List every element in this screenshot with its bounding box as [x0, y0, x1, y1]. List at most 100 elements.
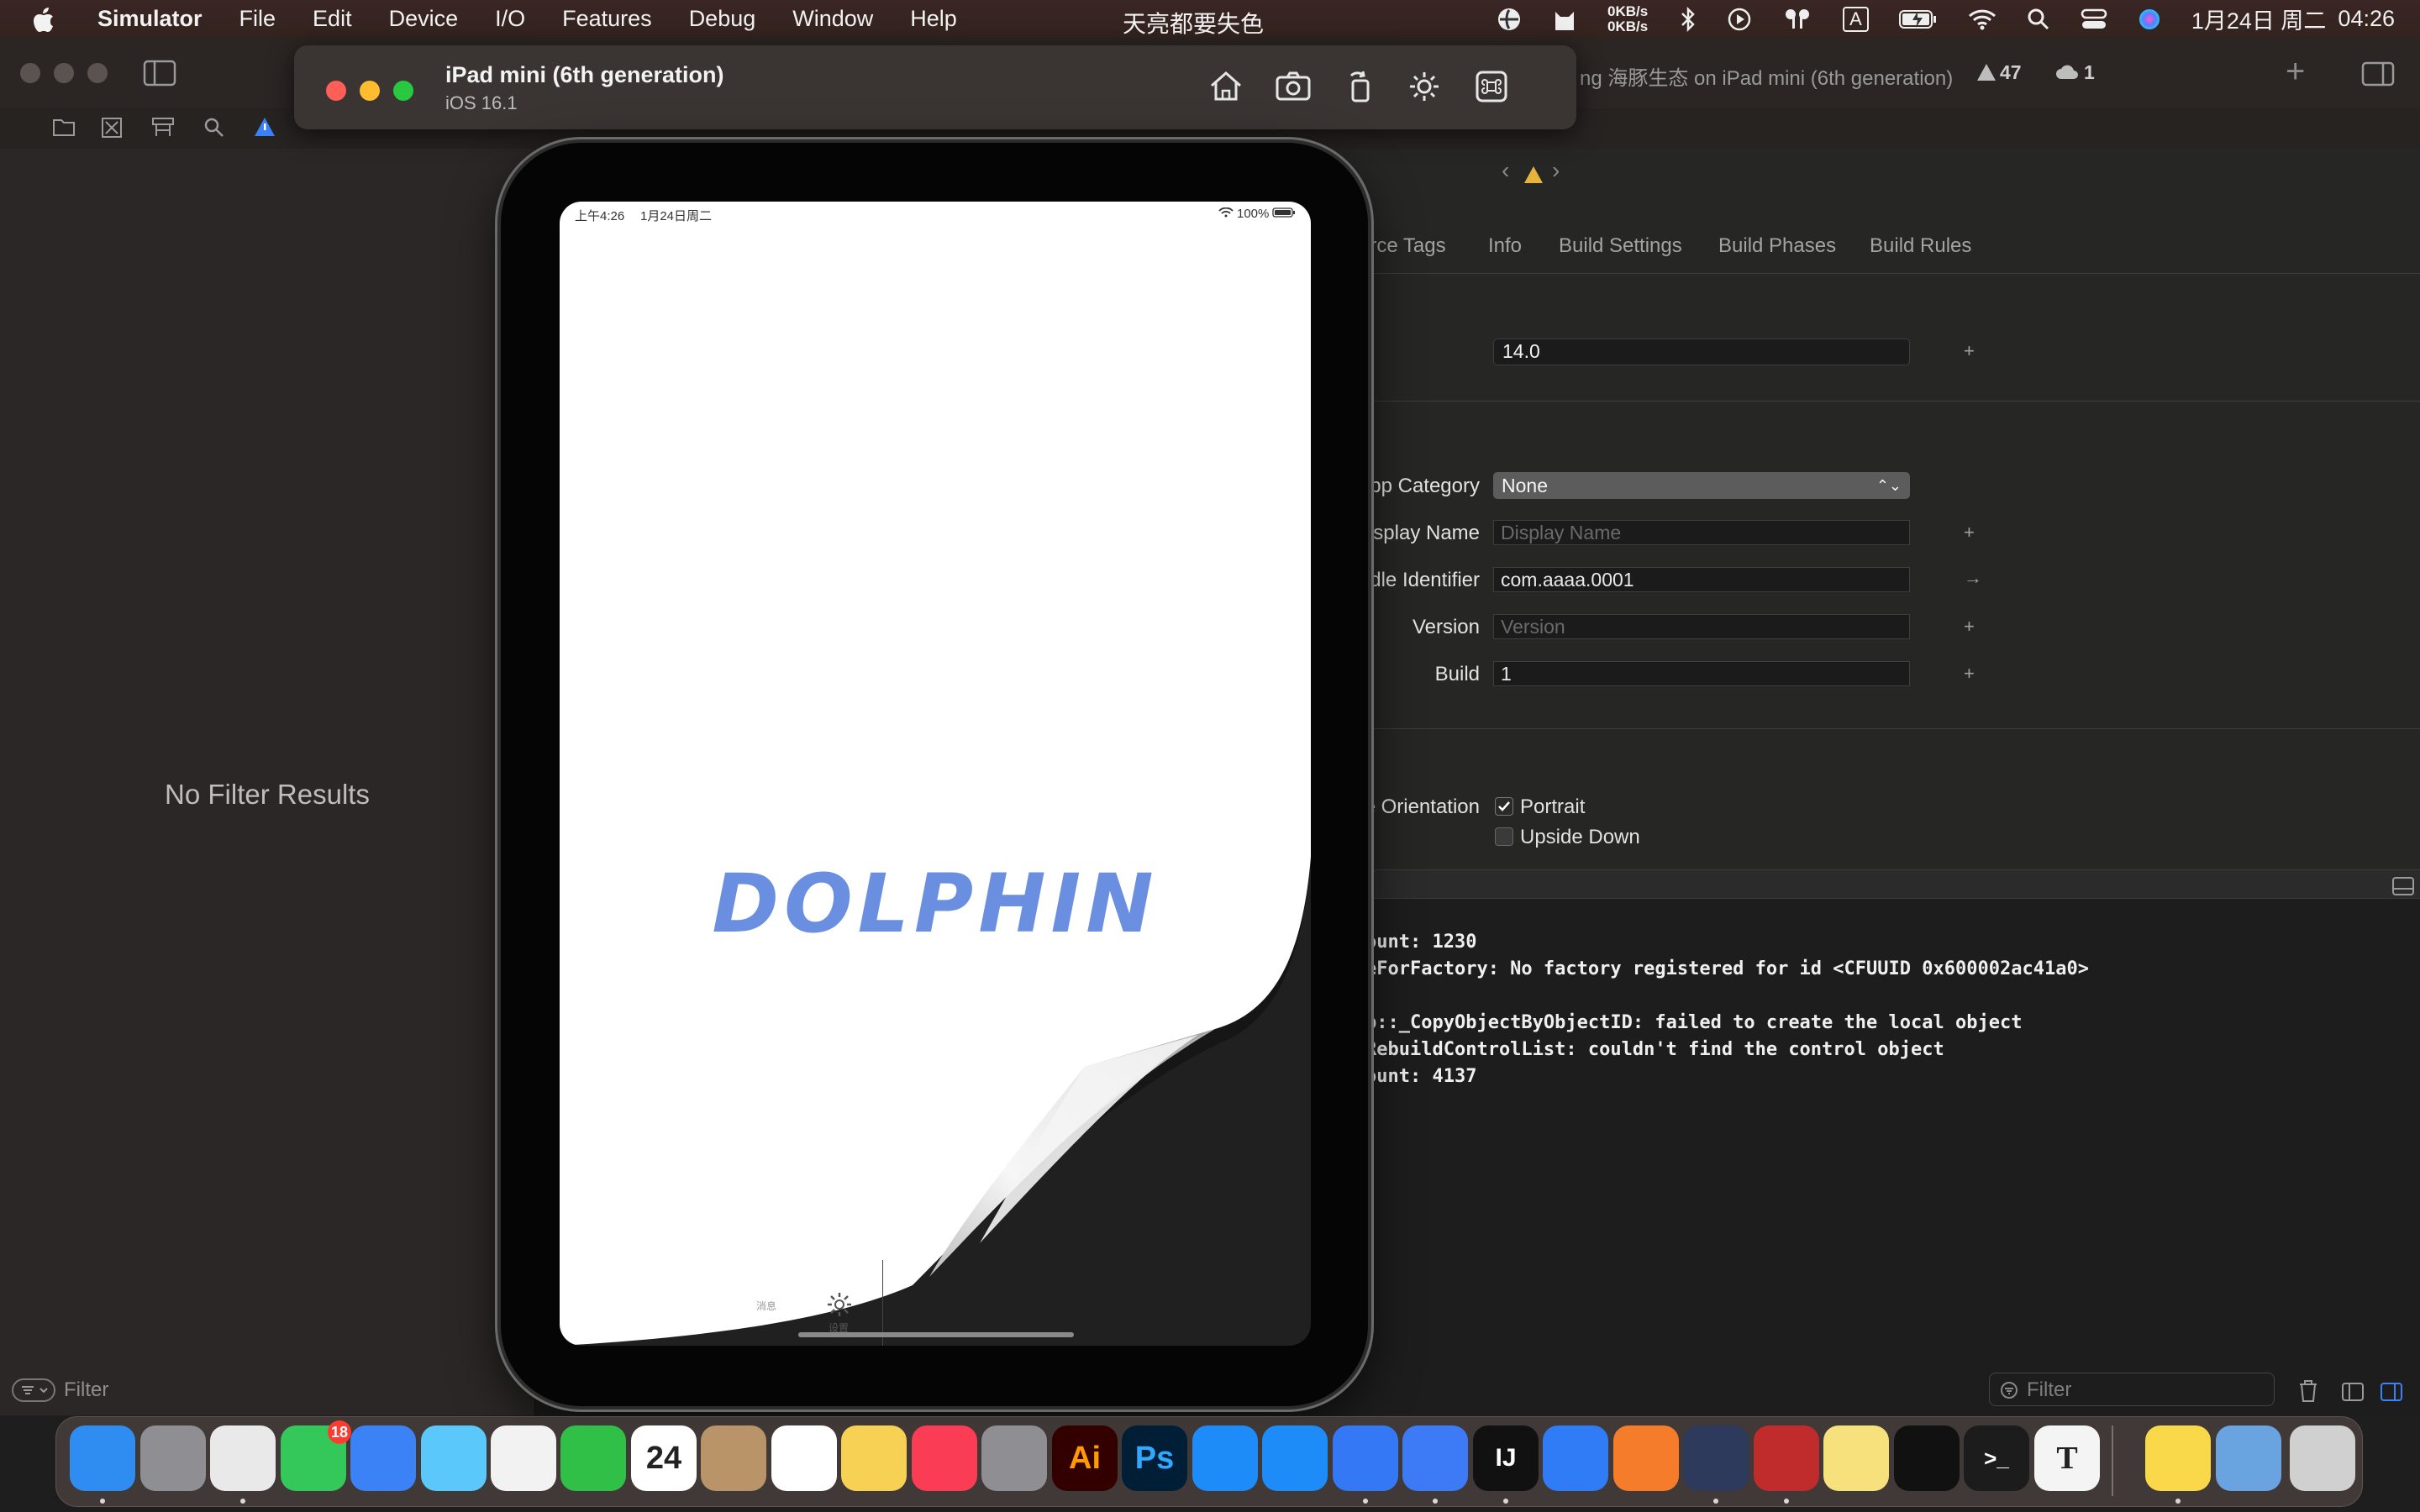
dock-app-instruments[interactable] [1754, 1425, 1819, 1491]
xcode-zoom-button[interactable] [87, 63, 108, 83]
issue-warning-icon[interactable] [1523, 165, 1544, 184]
split-right-icon[interactable] [2381, 1383, 2402, 1401]
add-icon[interactable]: + [2286, 53, 2305, 91]
input-source-indicator[interactable]: A [1843, 6, 1869, 32]
menu-help[interactable]: Help [910, 6, 957, 32]
simulator-close-button[interactable] [326, 81, 346, 101]
dock-app-intellij[interactable]: IJ [1473, 1425, 1539, 1491]
dock-app-illustrator[interactable]: Ai [1052, 1425, 1118, 1491]
deployment-target-select[interactable]: 14.0 [1493, 339, 1910, 365]
dock-app-chrome[interactable] [210, 1425, 276, 1491]
dock-app-notes[interactable] [841, 1425, 907, 1491]
display-name-field[interactable]: Display Name [1493, 520, 1910, 545]
app-menu[interactable]: Simulator [97, 6, 203, 32]
upside-down-checkbox[interactable] [1495, 827, 1513, 846]
simulator-titlebar[interactable]: iPad mini (6th generation) iOS 16.1 [294, 45, 1576, 129]
dock-app-launchpad[interactable] [140, 1425, 206, 1491]
cat-icon[interactable] [1552, 7, 1577, 32]
sidebar-toggle-icon[interactable] [143, 60, 176, 87]
navigator-filter-bar[interactable]: Filter [12, 1373, 523, 1407]
dock-app-system-settings[interactable] [981, 1425, 1047, 1491]
build-field[interactable]: 1 [1493, 661, 1910, 686]
folder-icon[interactable] [52, 117, 76, 137]
dock-app-contacts[interactable] [701, 1425, 766, 1491]
home-icon[interactable] [1205, 66, 1247, 108]
menu-window[interactable]: Window [792, 6, 873, 32]
add-display-name-icon[interactable]: + [1964, 522, 1975, 543]
vpn-icon[interactable] [1497, 7, 1522, 32]
dock-app-activity-monitor[interactable] [1894, 1425, 1960, 1491]
add-build-icon[interactable]: + [1964, 663, 1975, 685]
spotlight-search-icon[interactable] [2027, 8, 2050, 31]
siri-icon[interactable] [2138, 8, 2161, 31]
screenshot-icon[interactable] [1272, 66, 1314, 108]
menu-edit[interactable]: Edit [313, 6, 352, 32]
play-icon[interactable] [1727, 7, 1752, 32]
split-left-icon[interactable] [2342, 1383, 2364, 1401]
bundle-id-arrow-icon[interactable]: → [1964, 567, 1982, 589]
source-control-icon[interactable] [101, 117, 123, 139]
dock-app-keynote[interactable] [1543, 1425, 1608, 1491]
dock-app-trash[interactable] [2290, 1425, 2355, 1491]
menu-device[interactable]: Device [389, 6, 459, 32]
dock-app-photos[interactable] [491, 1425, 556, 1491]
dock-app-preview[interactable] [2216, 1425, 2281, 1491]
menubar-date[interactable]: 1月24日 周二 [2191, 3, 2327, 35]
add-deployment-icon[interactable]: + [1964, 340, 1975, 362]
menubar-clock[interactable]: 04:26 [2338, 6, 2395, 32]
home-indicator[interactable] [798, 1332, 1074, 1337]
control-center-icon[interactable] [2081, 8, 2107, 31]
issue-navigator-icon[interactable] [254, 117, 276, 137]
cloud-count[interactable]: 1 [2084, 61, 2095, 84]
symbol-icon[interactable] [151, 117, 175, 139]
dock-app-finder[interactable] [70, 1425, 135, 1491]
tab-build-phases[interactable]: Build Phases [1718, 234, 1836, 258]
dock-app-maps[interactable] [421, 1425, 487, 1491]
command-icon[interactable] [1470, 66, 1512, 108]
dock-app-cloudapp[interactable] [1683, 1425, 1749, 1491]
ipad-screen[interactable]: 上午4:26 1月24日周二 100% DOLPHIN 消息 设置 [560, 202, 1311, 1346]
battery-icon[interactable] [1898, 9, 1938, 29]
dock-app-pages[interactable] [1613, 1425, 1679, 1491]
menu-features[interactable]: Features [562, 6, 652, 32]
version-field[interactable]: Version [1493, 614, 1910, 639]
appearance-icon[interactable] [1403, 66, 1445, 108]
trash-icon[interactable] [2298, 1379, 2318, 1403]
dock-app-messages[interactable]: 18 [281, 1420, 351, 1491]
bluetooth-icon[interactable] [1680, 6, 1697, 32]
dock-app-typora[interactable]: T [2034, 1425, 2100, 1491]
airpods-icon[interactable] [1782, 7, 1812, 32]
xcode-close-button[interactable] [20, 63, 40, 83]
tab-resource-tags[interactable]: urce Tags [1359, 234, 1446, 258]
tabbar-item-label[interactable]: 消息 [756, 1299, 776, 1313]
dock-app-music[interactable] [912, 1425, 977, 1491]
dock-app-app-store-2[interactable] [1262, 1425, 1328, 1491]
cloud-icon[interactable] [2055, 63, 2079, 80]
app-category-select[interactable]: None ⌃⌄ [1493, 472, 1910, 499]
dock-app-photoshop[interactable]: Ps [1122, 1425, 1187, 1491]
dock-app-mail[interactable] [350, 1425, 416, 1491]
inspector-toggle-icon[interactable] [2361, 61, 2395, 87]
warning-triangle-icon[interactable] [1976, 63, 1996, 81]
simulator-zoom-button[interactable] [393, 81, 413, 101]
nav-forward-icon[interactable]: › [1552, 157, 1560, 184]
dock-app-terminal[interactable]: >_ [1964, 1425, 2029, 1491]
dock-app-xcode-tools[interactable] [1333, 1425, 1398, 1491]
dock-app-qq-music[interactable] [2145, 1425, 2211, 1491]
console-filter-input[interactable]: Filter [1989, 1373, 2275, 1406]
dock-app-reminders[interactable] [771, 1425, 837, 1491]
dock-app-facetime[interactable] [560, 1425, 626, 1491]
dock-app-app-store[interactable] [1192, 1425, 1258, 1491]
find-icon[interactable] [203, 117, 225, 139]
tab-build-rules[interactable]: Build Rules [1870, 234, 1971, 258]
add-version-icon[interactable]: + [1964, 616, 1975, 638]
portrait-checkbox[interactable] [1495, 797, 1513, 816]
dock-app-paw[interactable] [1823, 1425, 1889, 1491]
toggle-console-icon[interactable] [2392, 877, 2414, 895]
navigator-filter-input[interactable]: Filter [64, 1378, 108, 1402]
apple-menu-icon[interactable] [32, 7, 55, 32]
rotate-icon[interactable] [1339, 66, 1381, 108]
settings-gear-icon[interactable] [825, 1290, 854, 1319]
wifi-icon[interactable] [1968, 8, 1996, 30]
warning-count[interactable]: 47 [2000, 61, 2022, 84]
